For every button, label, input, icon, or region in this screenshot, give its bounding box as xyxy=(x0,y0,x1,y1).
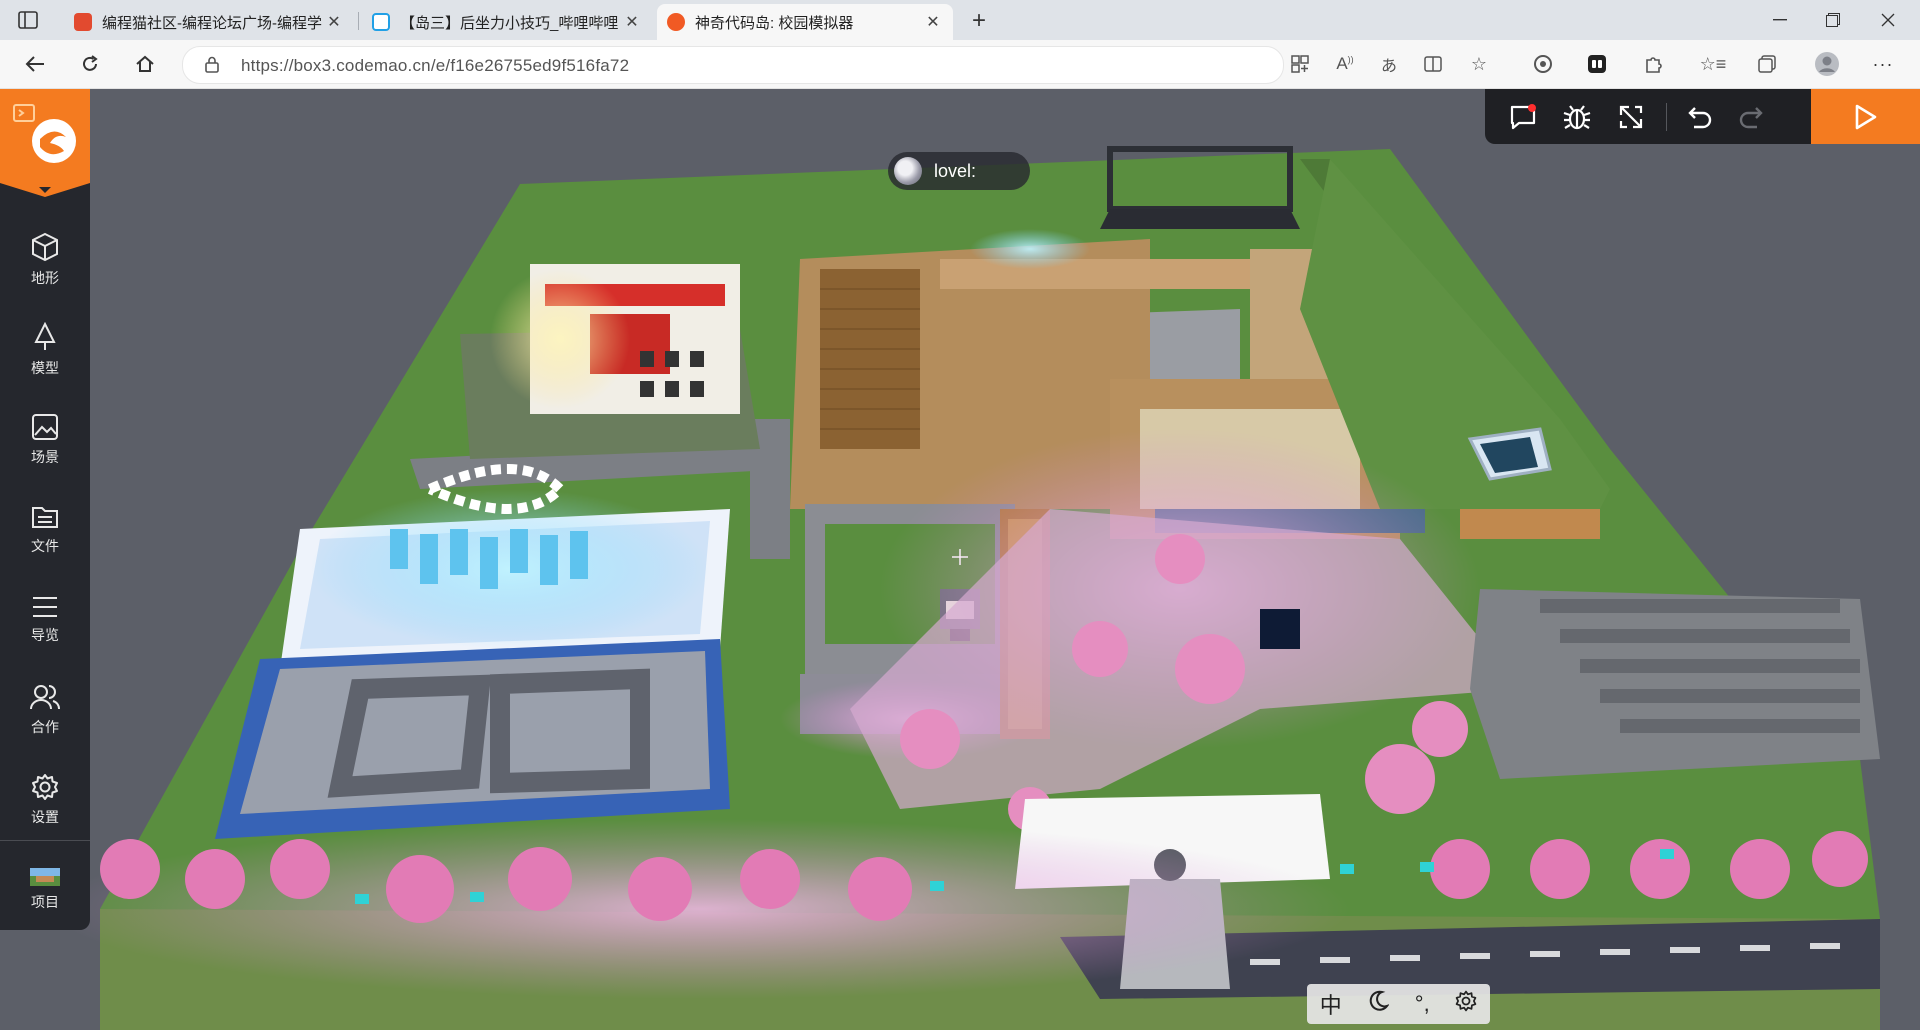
image-icon xyxy=(32,414,58,440)
apps-icon[interactable] xyxy=(1283,48,1317,80)
sidebar-item-label: 设置 xyxy=(31,809,59,825)
minimize-icon[interactable] xyxy=(1750,0,1810,40)
more-menu-icon[interactable]: ··· xyxy=(1866,48,1900,80)
punctuation-icon[interactable]: °, xyxy=(1415,991,1430,1017)
debug-bug-icon[interactable] xyxy=(1560,100,1594,134)
tab-actions-icon[interactable] xyxy=(14,8,42,32)
extensions-puzzle-icon[interactable] xyxy=(1636,48,1670,80)
sidebar-project-label: 项目 xyxy=(31,894,59,910)
undo-icon[interactable] xyxy=(1683,100,1717,134)
sidebar-item-scene[interactable]: 场景 xyxy=(0,397,90,483)
ime-status-bar: 中 °, xyxy=(1307,984,1490,1024)
tab-separator xyxy=(358,12,359,30)
list-icon xyxy=(33,597,57,617)
profile-avatar-icon[interactable] xyxy=(1810,48,1844,80)
sidebar-item-label: 导览 xyxy=(31,627,59,643)
editor-sidebar: 地形 模型 场景 文件 导览 合作 设置 项目 xyxy=(0,89,90,930)
tab-bilibili[interactable]: 【岛三】后坐力小技巧_哔哩哔哩 ✕ xyxy=(362,4,652,40)
sidebar-item-label: 模型 xyxy=(31,360,59,376)
url-field[interactable]: https://box3.codemao.cn/e/f16e26755ed9f5… xyxy=(182,46,1284,84)
box3-favicon xyxy=(667,13,685,31)
restore-icon[interactable] xyxy=(1803,0,1863,40)
moon-icon[interactable] xyxy=(1367,990,1391,1018)
player-name: lovel: xyxy=(934,160,977,181)
dark-statue xyxy=(1260,609,1300,649)
sidebar-item-files[interactable]: 文件 xyxy=(0,487,90,573)
avatar xyxy=(894,157,922,185)
grey-rock-building xyxy=(1470,589,1880,779)
campus-3d-scene xyxy=(50,146,1880,1030)
fullscreen-icon[interactable] xyxy=(1614,100,1648,134)
tree-icon xyxy=(34,322,56,350)
collections-icon[interactable] xyxy=(1750,48,1784,80)
tab-title: 编程猫社区-编程论坛广场-编程学 xyxy=(102,14,322,32)
tab-title: 神奇代码岛: 校园模拟器 xyxy=(695,14,854,32)
sidebar-item-label: 地形 xyxy=(31,270,59,286)
sidebar-item-navigation[interactable]: 导览 xyxy=(0,577,90,663)
close-tab-icon[interactable]: ✕ xyxy=(324,12,344,32)
split-screen-icon[interactable] xyxy=(1416,48,1450,80)
lock-icon[interactable] xyxy=(205,56,219,78)
new-tab-button[interactable]: + xyxy=(964,6,994,36)
extension-circle-icon[interactable] xyxy=(1526,48,1560,80)
codemao-favicon xyxy=(74,13,92,31)
play-button[interactable] xyxy=(1811,89,1920,144)
bilibili-favicon xyxy=(372,13,390,31)
add-favorite-icon[interactable]: ☆ xyxy=(1462,48,1496,80)
translate-icon[interactable]: あ xyxy=(1372,48,1406,80)
users-icon xyxy=(30,685,60,710)
sidebar-item-label: 场景 xyxy=(31,449,59,465)
url-text: https://box3.codemao.cn/e/f16e26755ed9f5… xyxy=(241,56,630,75)
favorites-icon[interactable]: ☆≡ xyxy=(1696,48,1730,80)
game-viewport[interactable] xyxy=(0,89,1920,1030)
sidebar-item-settings[interactable]: 设置 xyxy=(0,757,90,843)
close-window-icon[interactable] xyxy=(1858,0,1918,40)
play-icon xyxy=(1855,104,1876,129)
player-name-badge: lovel: xyxy=(888,152,1030,190)
sidebar-item-models[interactable]: 模型 xyxy=(0,307,90,393)
tab-title: 【岛三】后坐力小技巧_哔哩哔哩 xyxy=(400,14,619,32)
sidebar-item-project[interactable]: 项目 xyxy=(0,847,90,933)
sidebar-item-label: 文件 xyxy=(31,538,59,554)
close-tab-icon[interactable]: ✕ xyxy=(923,12,943,32)
tab-codemao-community[interactable]: 编程猫社区-编程论坛广场-编程学 ✕ xyxy=(64,4,354,40)
close-tab-icon[interactable]: ✕ xyxy=(622,12,642,32)
redo-icon[interactable] xyxy=(1734,100,1768,134)
address-bar: https://box3.codemao.cn/e/f16e26755ed9f5… xyxy=(0,40,1920,89)
sidebar-item-label: 合作 xyxy=(31,719,59,735)
box3-logo[interactable] xyxy=(0,89,90,197)
toolbar-separator xyxy=(1666,103,1667,131)
back-arrow-icon[interactable] xyxy=(18,48,52,80)
extension-dark-icon[interactable] xyxy=(1580,48,1614,80)
tab-strip: 编程猫社区-编程论坛广场-编程学 ✕ 【岛三】后坐力小技巧_哔哩哔哩 ✕ 神奇代… xyxy=(0,0,1920,40)
reload-icon[interactable] xyxy=(73,48,107,80)
read-aloud-icon[interactable]: A)) xyxy=(1328,48,1362,80)
folder-icon xyxy=(32,507,58,528)
ime-language-toggle[interactable]: 中 xyxy=(1320,988,1342,1020)
gear-icon xyxy=(32,774,58,800)
gear-icon[interactable] xyxy=(1455,990,1477,1018)
home-icon[interactable] xyxy=(128,48,162,80)
cube-icon xyxy=(32,232,58,262)
tab-box3-campus[interactable]: 神奇代码岛: 校园模拟器 ✕ xyxy=(657,4,953,40)
sidebar-item-collaborate[interactable]: 合作 xyxy=(0,667,90,753)
project-thumbnail-icon xyxy=(30,868,60,886)
chat-icon[interactable] xyxy=(1506,100,1540,134)
sidebar-divider xyxy=(0,840,90,841)
sidebar-item-terrain[interactable]: 地形 xyxy=(0,217,90,303)
